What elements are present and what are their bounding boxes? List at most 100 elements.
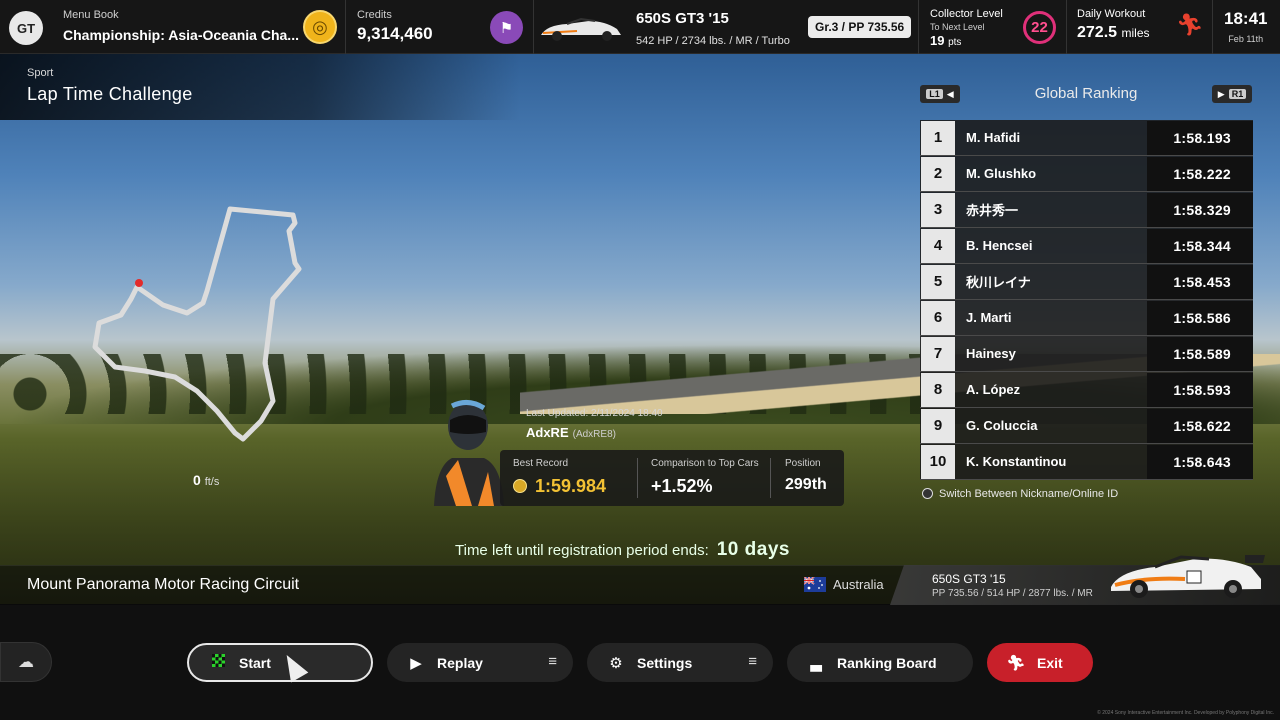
ranking-row[interactable]: 8 A. López 1:58.593 bbox=[920, 372, 1253, 408]
rank-driver-name: G. Coluccia bbox=[966, 418, 1038, 433]
rank-lap-time: 1:58.622 bbox=[1147, 408, 1253, 443]
ranking-row[interactable]: 9 G. Coluccia 1:58.622 bbox=[920, 408, 1253, 444]
r1-next-button[interactable]: ▶ R1 bbox=[1212, 85, 1252, 103]
rank-driver-name: B. Hencsei bbox=[966, 238, 1033, 253]
rank-driver-name: 秋川レイナ bbox=[966, 275, 1031, 290]
rank-lap-time: 1:58.586 bbox=[1147, 300, 1253, 335]
ranking-row[interactable]: 10 K. Konstantinou 1:58.643 bbox=[920, 444, 1253, 480]
rank-number: 1 bbox=[921, 120, 955, 155]
divider bbox=[345, 0, 346, 54]
collector-next-label: To Next Level bbox=[930, 22, 985, 32]
top-cars-comparison: Comparison to Top Cars +1.52% bbox=[651, 458, 759, 496]
rank-number: 6 bbox=[921, 300, 955, 335]
top-status-bar: GT Menu Book Championship: Asia-Oceania … bbox=[0, 0, 1280, 54]
rank-number: 2 bbox=[921, 156, 955, 191]
global-ranking-table: 1 M. Hafidi 1:58.193 2 M. Glushko 1:58.222 3 赤井… bbox=[920, 120, 1253, 480]
collector-points: 19 pts bbox=[930, 33, 962, 48]
menu-icon: ≡ bbox=[748, 653, 757, 670]
collector-label: Collector Level bbox=[930, 8, 1003, 20]
workout-label: Daily Workout bbox=[1077, 8, 1146, 20]
controller-button-icon bbox=[922, 488, 933, 499]
menu-book-value: Championship: Asia-Oceania Cha... bbox=[63, 27, 299, 43]
car-thumbnail-icon bbox=[541, 17, 621, 41]
car-spec: 542 HP / 2734 lbs. / MR / Turbo bbox=[636, 35, 790, 47]
rank-lap-time: 1:58.329 bbox=[1147, 192, 1253, 227]
switch-nickname-hint[interactable]: Switch Between Nickname/Online ID bbox=[922, 488, 1118, 500]
ranking-row[interactable]: 5 秋川レイナ 1:58.453 bbox=[920, 264, 1253, 300]
track-map bbox=[92, 206, 302, 442]
credits-value: 9,314,460 bbox=[357, 24, 433, 43]
page-category: Sport bbox=[27, 67, 54, 79]
registration-countdown: Time left until registration period ends… bbox=[455, 539, 790, 560]
rank-number: 3 bbox=[921, 192, 955, 227]
ranking-row[interactable]: 7 Hainesy 1:58.589 bbox=[920, 336, 1253, 372]
rank-number: 9 bbox=[921, 408, 955, 443]
video-icon: ▶ bbox=[410, 654, 422, 672]
menu-book-status: Menu Book Championship: Asia-Oceania Cha… bbox=[63, 9, 299, 63]
copyright-text: © 2024 Sony Interactive Entertainment In… bbox=[1097, 710, 1274, 716]
rank-number: 7 bbox=[921, 336, 955, 371]
exit-button[interactable]: 🏃︎ Exit bbox=[987, 643, 1093, 682]
ranking-row[interactable]: 1 M. Hafidi 1:58.193 bbox=[920, 120, 1253, 156]
rank-number: 10 bbox=[921, 444, 955, 479]
rank-lap-time: 1:58.643 bbox=[1147, 444, 1253, 479]
record-last-updated: Last Updated: 2/11/2024 18:40 bbox=[526, 408, 663, 419]
record-panel: Best Record 1:59.984 Comparison to Top C… bbox=[500, 450, 844, 506]
podium-icon: ▃ bbox=[810, 654, 822, 672]
selected-car-name: 650S GT3 '15 bbox=[932, 572, 1006, 586]
gold-medal-icon bbox=[513, 479, 527, 493]
ranking-board-button[interactable]: ▃ Ranking Board bbox=[787, 643, 973, 682]
track-country: Australia bbox=[833, 577, 884, 592]
track-start-marker bbox=[135, 279, 143, 287]
driver-avatar bbox=[434, 400, 504, 506]
rank-number: 4 bbox=[921, 228, 955, 263]
collector-level-ring: 22 bbox=[1023, 11, 1056, 44]
ranking-row[interactable]: 2 M. Glushko 1:58.222 bbox=[920, 156, 1253, 192]
selected-car-spec: PP 735.56 / 514 HP / 2877 lbs. / MR bbox=[932, 588, 1093, 599]
rank-driver-name: J. Marti bbox=[966, 310, 1012, 325]
credits-status: Credits 9,314,460 bbox=[357, 9, 433, 63]
ranking-title: Global Ranking bbox=[1034, 85, 1138, 102]
gt-logo-icon[interactable]: GT bbox=[9, 11, 43, 45]
best-record: Best Record 1:59.984 bbox=[513, 458, 607, 496]
clock-date: Feb 11th bbox=[1228, 34, 1264, 44]
checkered-flag-icon bbox=[211, 654, 225, 667]
running-person-icon: 🏃︎ bbox=[1176, 12, 1204, 37]
divider bbox=[533, 0, 534, 54]
rank-lap-time: 1:58.344 bbox=[1147, 228, 1253, 263]
divider bbox=[1066, 0, 1067, 54]
menu-book-label: Menu Book bbox=[63, 9, 119, 21]
rank-number: 5 bbox=[921, 264, 955, 299]
running-exit-icon: 🏃︎ bbox=[1006, 654, 1026, 672]
rank-driver-name: M. Hafidi bbox=[966, 130, 1021, 145]
settings-button[interactable]: ⚙ Settings ≡ bbox=[587, 643, 773, 682]
clock-time: 18:41 bbox=[1224, 9, 1268, 28]
rank-driver-name: 赤井秀一 bbox=[966, 203, 1019, 218]
speed-readout: 0 ft/s bbox=[193, 472, 220, 488]
divider bbox=[1212, 0, 1213, 54]
menu-book-icon: ◎ bbox=[303, 10, 337, 44]
credits-label: Credits bbox=[357, 9, 392, 21]
weather-icon[interactable]: ☁ bbox=[0, 642, 52, 682]
rank-driver-name: K. Konstantinou bbox=[966, 454, 1067, 469]
divider bbox=[918, 0, 919, 54]
current-car-info: 650S GT3 '15 542 HP / 2734 lbs. / MR / T… bbox=[636, 10, 790, 64]
page-title: Lap Time Challenge bbox=[27, 84, 193, 104]
collector-level-status: Collector Level To Next Level 19 pts bbox=[930, 8, 1003, 62]
rank-driver-name: A. López bbox=[966, 382, 1021, 397]
car-name: 650S GT3 '15 bbox=[636, 10, 729, 27]
divider bbox=[637, 458, 638, 498]
ranking-row[interactable]: 4 B. Hencsei 1:58.344 bbox=[920, 228, 1253, 264]
garage-icon: ⚑ bbox=[490, 11, 523, 44]
gear-icon: ⚙ bbox=[609, 654, 623, 672]
player-name: AdxRE (AdxRE8) bbox=[526, 425, 616, 440]
replay-button[interactable]: ▶ Replay ≡ bbox=[387, 643, 573, 682]
car-class-badge: Gr.3 / PP 735.56 bbox=[808, 16, 912, 38]
rank-driver-name: M. Glushko bbox=[966, 166, 1037, 181]
ranking-row[interactable]: 3 赤井秀一 1:58.329 bbox=[920, 192, 1253, 228]
l1-prev-button[interactable]: L1 ◀ bbox=[920, 85, 960, 103]
daily-workout-status: Daily Workout 272.5 miles bbox=[1077, 8, 1150, 62]
rank-lap-time: 1:58.222 bbox=[1147, 156, 1253, 191]
ranking-row[interactable]: 6 J. Marti 1:58.586 bbox=[920, 300, 1253, 336]
clock: 18:41 Feb 11th bbox=[1224, 9, 1267, 63]
